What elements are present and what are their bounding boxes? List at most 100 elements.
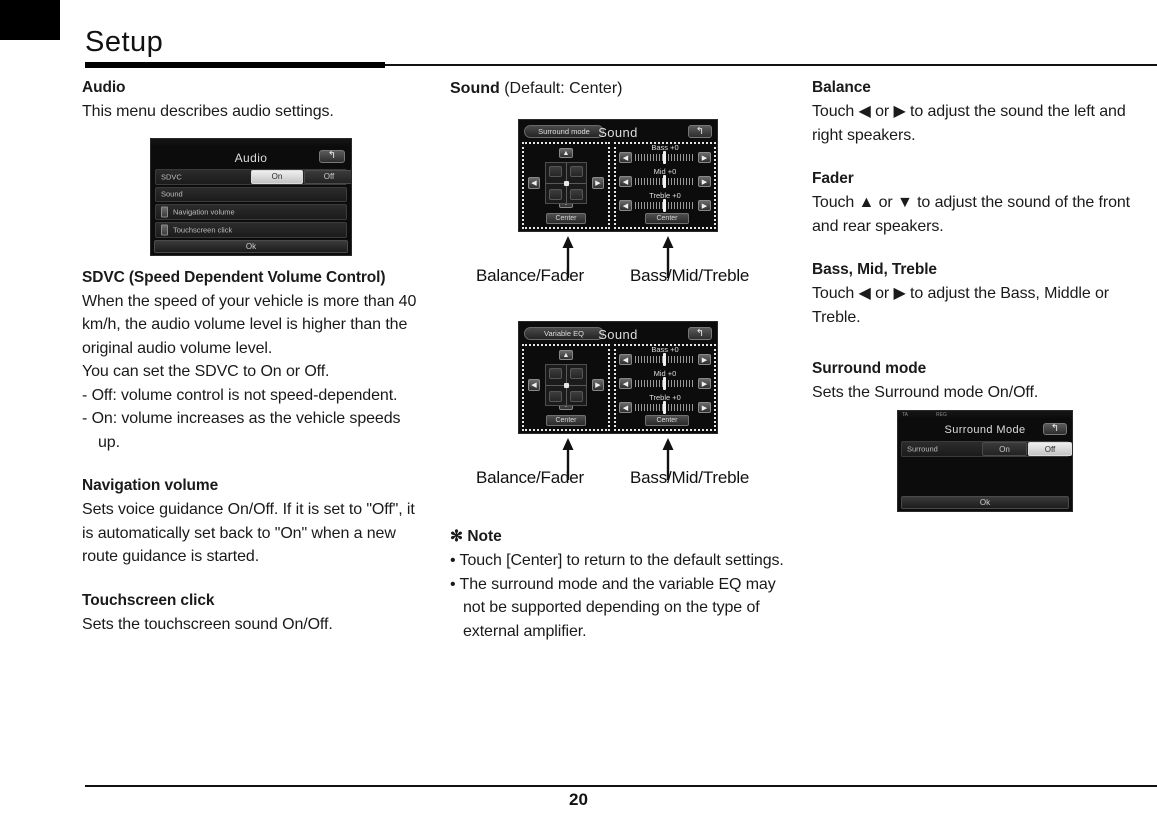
treble-left-button[interactable]: ◀	[619, 402, 632, 413]
seat-front-right-icon	[570, 166, 583, 177]
footer-rule	[85, 785, 1157, 787]
center-position-indicator	[563, 180, 569, 186]
audio-row-navigation-volume-label: Navigation volume	[173, 207, 235, 216]
treble-slider-thumb[interactable]	[663, 401, 666, 414]
seat-front-right-icon	[570, 368, 583, 379]
sound-1-balance-fader-panel[interactable]: ▲ ◀ ▶ ▼ Center	[522, 142, 610, 229]
heading-navigation-volume: Navigation volume	[82, 477, 219, 494]
seat-front-left-icon	[549, 368, 562, 379]
sound-screen-2-callouts: Balance/Fader Bass/Mid/Treble	[450, 438, 790, 492]
note-list: • Touch [Center] to return to the defaul…	[450, 549, 790, 643]
back-icon[interactable]: ↰	[688, 327, 712, 340]
surround-off-button[interactable]: Off	[1028, 442, 1072, 456]
bass-right-button[interactable]: ▶	[698, 152, 711, 163]
surround-mode-body-text: Sets the Surround mode On/Off.	[812, 384, 1039, 401]
list-item: - On: volume increases as the vehicle sp…	[82, 410, 401, 451]
sound-1-left-center-button[interactable]: Center	[546, 213, 586, 224]
note-heading: ✻ Note	[450, 527, 790, 546]
sound-1-right-center-button[interactable]: Center	[645, 213, 689, 224]
heading-balance: Balance	[812, 79, 871, 96]
sound-2-right-center-button[interactable]: Center	[645, 415, 689, 426]
callout-label-balance-fader: Balance/Fader	[476, 266, 584, 285]
sound-2-balance-fader-panel[interactable]: ▲ ◀ ▶ ▼ Center	[522, 344, 610, 431]
sdvc-body-text-2: You can set the SDVC to On or Off.	[82, 363, 330, 380]
sdvc-option-list: - Off: volume control is not speed-depen…	[82, 384, 424, 455]
speaker-icon	[161, 206, 168, 217]
middle-column: Sound (Default: Center)	[450, 78, 790, 106]
mid-left-button[interactable]: ◀	[619, 378, 632, 389]
sound-1-bass-mid-treble-panel[interactable]: Bass +0 ◀ ▶ Mid +0 ◀ ▶ Treble +0 ◀ ▶ Cen…	[614, 142, 716, 229]
surround-mode-screen-image: TA REG Surround Mode ↰ Surround On Off O…	[897, 410, 1073, 512]
treble-right-button[interactable]: ▶	[698, 200, 711, 211]
bass-slider-thumb[interactable]	[663, 151, 666, 164]
mid-slider-thumb[interactable]	[663, 175, 666, 188]
surround-row[interactable]: Surround On Off	[901, 441, 1072, 457]
heading-sdvc: SDVC (Speed Dependent Volume Control)	[82, 268, 386, 286]
sdvc-off-button[interactable]: Off	[304, 169, 351, 184]
mid-right-button[interactable]: ▶	[698, 176, 711, 187]
left-column: Audio This menu describes audio settings…	[82, 78, 424, 636]
heading-surround-mode: Surround mode	[812, 360, 927, 377]
sdvc-body-text: When the speed of your vehicle is more t…	[82, 292, 417, 357]
balance-body-text: Touch ◀ or ▶ to adjust the sound the lef…	[812, 103, 1126, 144]
surround-on-button[interactable]: On	[982, 442, 1027, 456]
sound-screen-1-image: Surround mode Sound ↰ ▲ ◀ ▶ ▼ Center Bas…	[518, 119, 718, 232]
surround-screen-ok-button[interactable]: Ok	[901, 496, 1069, 509]
mid-left-button[interactable]: ◀	[619, 176, 632, 187]
bass-left-button[interactable]: ◀	[619, 354, 632, 365]
fader-body-text: Touch ▲ or ▼ to adjust the sound of the …	[812, 194, 1131, 235]
callout-label-bass-mid-treble: Bass/Mid/Treble	[630, 468, 750, 487]
audio-row-sound-label: Sound	[161, 189, 183, 199]
speaker-icon	[161, 224, 168, 235]
audio-row-touchscreen-click[interactable]: Touchscreen click	[155, 221, 347, 238]
heading-bass-mid-treble: Bass, Mid, Treble	[812, 261, 937, 278]
status-reg-indicator: REG	[936, 412, 947, 418]
balance-left-button[interactable]: ◀	[528, 177, 540, 189]
seat-rear-left-icon	[549, 189, 562, 200]
seat-rear-left-icon	[549, 391, 562, 402]
status-ta-indicator: TA	[902, 412, 909, 418]
audio-row-navigation-volume[interactable]: Navigation volume	[155, 203, 347, 220]
balance-left-button[interactable]: ◀	[528, 379, 540, 391]
asterisk-icon: ✻	[450, 528, 463, 545]
bass-mid-treble-body-text: Touch ◀ or ▶ to adjust the Bass, Middle …	[812, 285, 1109, 326]
audio-screen-image: Audio ↰ SDVC On Off Sound Navigation vol…	[150, 137, 352, 256]
touchscreen-click-body-text: Sets the touchscreen sound On/Off.	[82, 615, 333, 633]
balance-right-button[interactable]: ▶	[592, 177, 604, 189]
right-column: Balance Touch ◀ or ▶ to adjust the sound…	[812, 78, 1157, 405]
bass-slider-thumb[interactable]	[663, 353, 666, 366]
audio-row-sdvc[interactable]: SDVC On Off	[155, 168, 351, 185]
heading-audio: Audio	[82, 79, 126, 96]
sound-screen-1-callouts: Balance/Fader Bass/Mid/Treble	[450, 236, 790, 290]
mid-slider-thumb[interactable]	[663, 377, 666, 390]
note-block: ✻ Note • Touch [Center] to return to the…	[450, 527, 790, 643]
list-item: - Off: volume control is not speed-depen…	[82, 386, 398, 404]
surround-row-label: Surround	[907, 444, 938, 454]
fader-up-button[interactable]: ▲	[559, 350, 573, 360]
fader-up-button[interactable]: ▲	[559, 148, 573, 158]
sdvc-on-button[interactable]: On	[251, 169, 303, 184]
sound-screen-2-image: Variable EQ Sound ↰ ▲ ◀ ▶ ▼ Center Bass …	[518, 321, 718, 434]
center-position-indicator	[563, 382, 569, 388]
seat-front-left-icon	[549, 166, 562, 177]
audio-row-sdvc-label: SDVC	[161, 172, 182, 181]
treble-right-button[interactable]: ▶	[698, 402, 711, 413]
heading-touchscreen-click: Touchscreen click	[82, 591, 215, 609]
heading-sound-default: (Default: Center)	[499, 80, 623, 97]
sound-2-bass-mid-treble-panel[interactable]: Bass +0 ◀ ▶ Mid +0 ◀ ▶ Treble +0 ◀ ▶ Cen…	[614, 344, 716, 431]
back-icon[interactable]: ↰	[319, 149, 345, 163]
back-icon[interactable]: ↰	[688, 125, 712, 138]
mid-right-button[interactable]: ▶	[698, 378, 711, 389]
audio-screen-ok-button[interactable]: Ok	[154, 239, 348, 253]
treble-slider-thumb[interactable]	[663, 199, 666, 212]
sound-2-left-center-button[interactable]: Center	[546, 415, 586, 426]
back-icon[interactable]: ↰	[1043, 423, 1067, 435]
audio-row-sound[interactable]: Sound	[155, 186, 347, 202]
bass-right-button[interactable]: ▶	[698, 354, 711, 365]
callout-label-balance-fader: Balance/Fader	[476, 468, 584, 487]
treble-left-button[interactable]: ◀	[619, 200, 632, 211]
balance-right-button[interactable]: ▶	[592, 379, 604, 391]
bass-left-button[interactable]: ◀	[619, 152, 632, 163]
note-label: Note	[467, 528, 502, 545]
corner-tab-marker	[0, 0, 60, 40]
